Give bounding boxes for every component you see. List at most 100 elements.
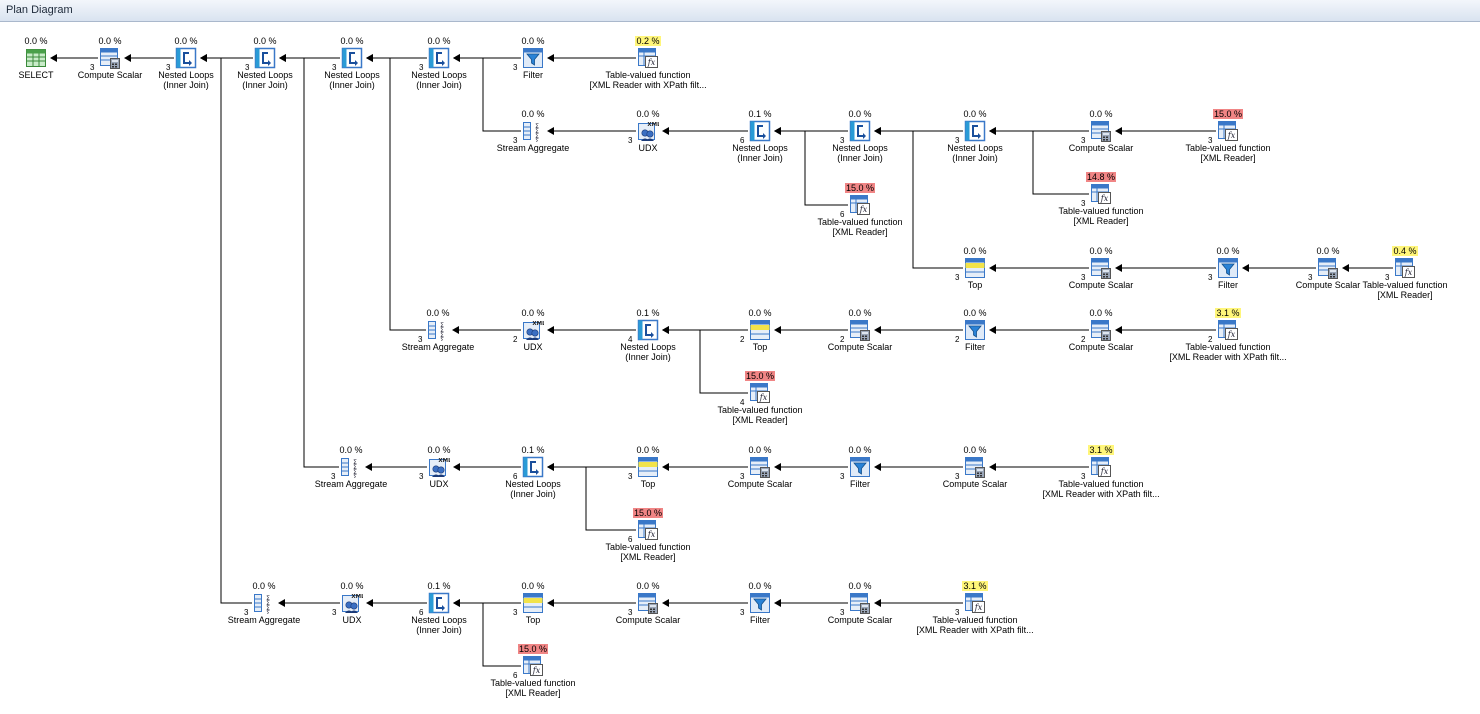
top-icon (749, 319, 771, 341)
operator-name-line2: [XML Reader] (1377, 290, 1433, 300)
plan-node[interactable]: 0.0 % 2 Compute Scalar (1046, 308, 1156, 368)
operator-name-line2: (Inner Join) (952, 153, 998, 163)
plan-node[interactable]: 0.0 % XML 2 UDX (478, 308, 588, 368)
plan-node[interactable]: 0.0 % 3 Filter (478, 36, 588, 96)
operator-name-line1: Top (640, 479, 656, 489)
operator-name-line1: UDX (638, 143, 658, 153)
operator-name: Top (468, 615, 598, 625)
high-cost-badge: 15.0 % (517, 644, 549, 654)
svg-text:fx: fx (647, 58, 656, 67)
plan-node[interactable]: 0.0 % 3 Compute Scalar (593, 581, 703, 641)
plan-edge[interactable] (372, 57, 426, 331)
nested-loops-icon (522, 456, 544, 478)
high-cost-badge: 14.8 % (1085, 172, 1117, 182)
operator-name: UDX (583, 143, 713, 153)
svg-text:XML: XML (438, 458, 450, 464)
plan-node[interactable]: 0.0 % 3 Top (593, 445, 703, 505)
plan-node[interactable]: 0.2 % fx Table-valued function [XML Reader… (589, 36, 707, 96)
svg-text:Σ: Σ (266, 610, 270, 614)
plan-node[interactable]: 0.0 % 3 Compute Scalar (705, 445, 815, 505)
svg-text:fx: fx (1100, 467, 1109, 476)
plan-node[interactable]: 0.0 % 3 Compute Scalar (1046, 246, 1156, 306)
cost-label: 0.1 % (427, 581, 451, 591)
udx-icon: XML (637, 120, 661, 142)
plan-node[interactable]: 0.0 % 2 Compute Scalar (805, 308, 915, 368)
table-valued-function-icon: fx (637, 47, 659, 69)
filter-icon (849, 456, 871, 478)
operator-name-line1: Filter (523, 70, 543, 80)
plan-node[interactable]: 0.0 % 3 Compute Scalar (920, 445, 1030, 505)
plan-node[interactable]: 15.0 % fx 3 Table-valued function [XML Read… (1173, 109, 1283, 169)
svg-text:fx: fx (647, 530, 656, 539)
table-valued-function-icon: fx (1090, 183, 1112, 205)
cost-percentage: 0.0 % (478, 581, 588, 592)
plan-node[interactable]: 0.0 % 3 Top (920, 246, 1030, 306)
cost-percentage: 0.1 % (478, 445, 588, 456)
cost-label: 0.0 % (848, 109, 872, 119)
table-valued-function-icon: fx (522, 655, 544, 677)
plan-node[interactable]: 3.1 % fx 3 Table-valued function [XML Reade… (1042, 445, 1160, 505)
plan-diagram-canvas[interactable]: 0.0 % SELECT 0.0 % 3 Compute Scalar 0.0 % 3… (0, 22, 1480, 714)
plan-node[interactable]: 0.4 % fx 3 Table-valued function [XML Reade… (1350, 246, 1460, 306)
cost-label: 0.0 % (521, 109, 545, 119)
plan-edge[interactable] (285, 57, 339, 468)
plan-node[interactable]: 0.0 % 2 Filter (920, 308, 1030, 368)
compute-scalar-icon (1317, 257, 1339, 279)
plan-node[interactable]: 0.0 % 3 Nested Loops (Inner Join) (920, 109, 1030, 169)
compute-scalar-icon (1090, 120, 1112, 142)
cost-percentage: 0.0 % (805, 581, 915, 592)
plan-node[interactable]: 15.0 % fx 6 Table-valued function [XML Read… (478, 644, 588, 704)
plan-node[interactable]: 15.0 % fx 4 Table-valued function [XML Read… (705, 371, 815, 431)
cost-label: 0.0 % (426, 308, 450, 318)
cost-percentage: 0.0 % (593, 109, 703, 120)
cost-percentage: 15.0 % (805, 183, 915, 194)
udx-icon: XML (522, 319, 546, 341)
plan-node[interactable]: 0.0 % Σ Σ Σ Σ 3 Stream Aggregate (383, 308, 493, 368)
plan-node[interactable]: 0.0 % 2 Top (705, 308, 815, 368)
table-valued-function-icon: fx (1217, 120, 1239, 142)
nested-loops-icon (428, 592, 450, 614)
svg-text:fx: fx (1227, 131, 1236, 140)
plan-node[interactable]: 14.8 % fx 3 Table-valued function [XML Read… (1046, 172, 1156, 232)
plan-node[interactable]: 0.0 % 3 Nested Loops (Inner Join) (805, 109, 915, 169)
plan-node[interactable]: 0.0 % 3 Filter (1173, 246, 1283, 306)
plan-node[interactable]: 0.0 % 3 Filter (805, 445, 915, 505)
compute-scalar-icon (749, 456, 771, 478)
svg-text:fx: fx (859, 205, 868, 214)
cost-label: 0.0 % (848, 308, 872, 318)
cost-percentage: 0.2 % (593, 36, 703, 47)
cost-percentage: 0.1 % (593, 308, 703, 319)
cost-percentage: 0.0 % (478, 308, 588, 319)
plan-node[interactable]: 0.1 % 4 Nested Loops (Inner Join) (593, 308, 703, 368)
cost-percentage: 0.0 % (593, 581, 703, 592)
plan-node[interactable]: 15.0 % fx 6 Table-valued function [XML Read… (805, 183, 915, 243)
plan-node[interactable]: 0.0 % 3 Compute Scalar (805, 581, 915, 641)
compute-scalar-icon (637, 592, 659, 614)
plan-node[interactable]: 0.1 % 6 Nested Loops (Inner Join) (478, 445, 588, 505)
plan-node[interactable]: 15.0 % fx 6 Table-valued function [XML Read… (593, 508, 703, 568)
medium-cost-badge: 0.4 % (1392, 246, 1418, 256)
cost-label: 0.0 % (521, 36, 545, 46)
cost-percentage: 0.0 % (805, 445, 915, 456)
operator-name: Table-valued function [XML Reader] (695, 405, 825, 425)
operator-name: Compute Scalar (910, 479, 1040, 489)
plan-node[interactable]: 0.0 % XML 3 UDX (593, 109, 703, 169)
cost-label: 0.0 % (963, 308, 987, 318)
plan-node[interactable]: 0.0 % 3 Filter (705, 581, 815, 641)
operator-name-line1: Compute Scalar (1068, 143, 1134, 153)
operator-name: Stream Aggregate (468, 143, 598, 153)
plan-node[interactable]: 0.0 % 3 Compute Scalar (1046, 109, 1156, 169)
operator-name-line1: Nested Loops (832, 143, 888, 153)
cost-label: 0.0 % (848, 581, 872, 591)
plan-node[interactable]: 3.1 % fx 3 Table-valued function [XML Reade… (916, 581, 1034, 641)
operator-name-line1: Filter (965, 342, 985, 352)
plan-node[interactable]: 3.1 % fx 2 Table-valued function [XML Reade… (1169, 308, 1287, 368)
cost-percentage: 0.0 % (805, 308, 915, 319)
stream-aggregate-icon: Σ Σ Σ Σ (340, 456, 362, 481)
operator-name-line1: Table-valued function (490, 678, 576, 688)
cost-percentage: 0.0 % (920, 109, 1030, 120)
operator-name-line1: Table-valued function (1362, 280, 1448, 290)
plan-node[interactable]: 0.0 % Σ Σ Σ Σ 3 Stream Aggregate (478, 109, 588, 169)
plan-node[interactable]: 0.0 % 3 Top (478, 581, 588, 641)
plan-edge[interactable] (206, 57, 252, 604)
